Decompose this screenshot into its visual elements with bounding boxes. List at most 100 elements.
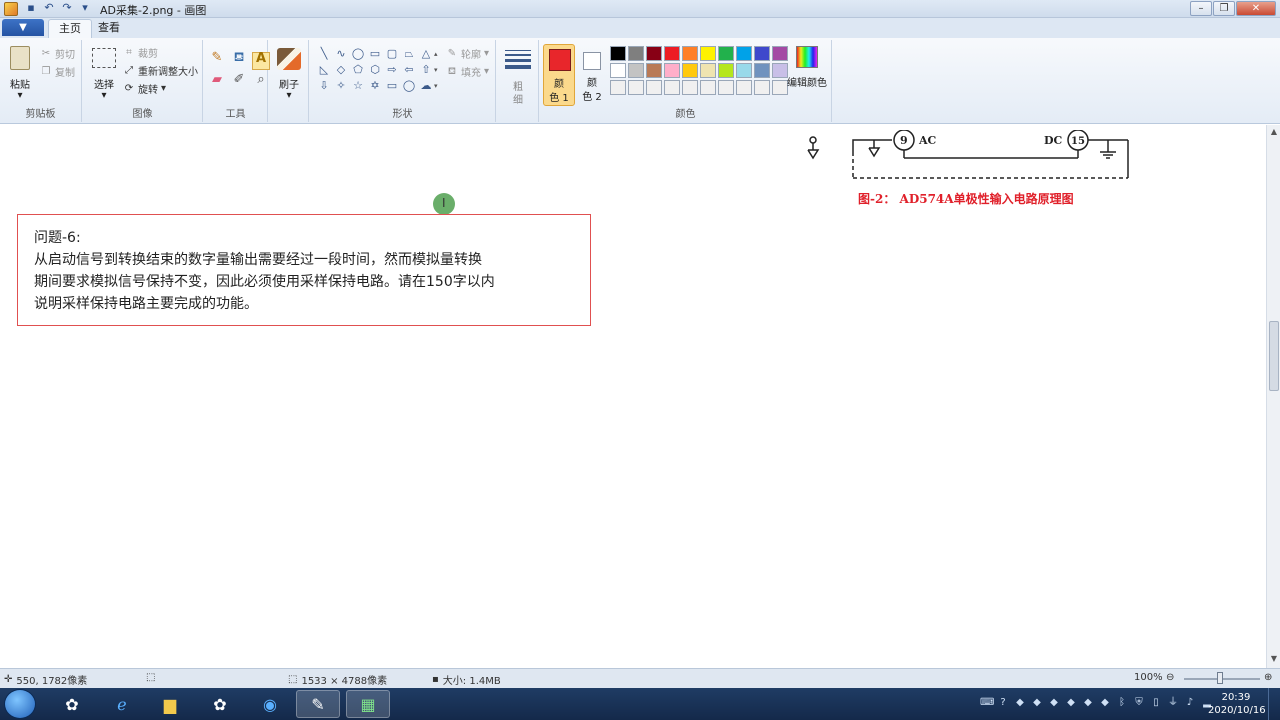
usb-icon[interactable]: ⏚ (1167, 696, 1179, 710)
taskbar-app-baidu-netdisk-2[interactable]: ✿ (198, 690, 242, 718)
edit-colors-button[interactable]: 编辑颜色 (786, 44, 828, 94)
palette-swatch[interactable] (628, 80, 644, 95)
color2-button[interactable]: 颜 色 2 (577, 44, 607, 106)
left-arrow-shape-icon[interactable]: ⇦ (401, 62, 417, 77)
close-button[interactable]: ✕ (1236, 1, 1276, 16)
oval-shape-icon[interactable]: ◯ (350, 46, 366, 61)
triangle-shape-icon[interactable]: △ (418, 46, 434, 61)
right-arrow-shape-icon[interactable]: ⇨ (384, 62, 400, 77)
paint-app-icon[interactable] (4, 2, 18, 16)
pentagon-shape-icon[interactable]: ⬠ (350, 62, 366, 77)
palette-swatch[interactable] (682, 63, 698, 78)
palette-swatch[interactable] (736, 46, 752, 61)
clock[interactable]: 20:39 2020/10/16 (1208, 691, 1266, 717)
palette-swatch[interactable] (628, 46, 644, 61)
brushes-button[interactable]: 刷子 ▾ (273, 44, 305, 102)
tray-app-icon-4[interactable]: ◆ (1065, 696, 1077, 710)
six-point-star-shape-icon[interactable]: ✡ (367, 78, 383, 93)
palette-swatch[interactable] (682, 46, 698, 61)
bluetooth-icon[interactable]: ᛒ (1116, 696, 1128, 710)
four-point-star-shape-icon[interactable]: ✧ (333, 78, 349, 93)
palette-swatch[interactable] (718, 80, 734, 95)
palette-swatch[interactable] (700, 63, 716, 78)
callout-oval-shape-icon[interactable]: ◯ (401, 78, 417, 93)
copy-button[interactable]: ❐ 复制 (40, 64, 75, 80)
tray-app-icon-5[interactable]: ◆ (1082, 696, 1094, 710)
taskbar-app-internet-explorer[interactable]: ℯ (100, 690, 144, 718)
palette-swatch[interactable] (610, 80, 626, 95)
size-button[interactable]: 粗 细 (502, 44, 534, 106)
start-button[interactable] (4, 689, 36, 719)
palette-swatch[interactable] (610, 46, 626, 61)
palette-swatch[interactable] (700, 80, 716, 95)
palette-swatch[interactable] (736, 63, 752, 78)
taskbar-app-browser[interactable]: ◉ (248, 690, 292, 718)
tray-app-icon-3[interactable]: ◆ (1048, 696, 1060, 710)
diamond-shape-icon[interactable]: ◇ (333, 62, 349, 77)
magnifier-icon[interactable]: ⌕ (252, 73, 270, 92)
palette-swatch[interactable] (610, 63, 626, 78)
rounded-rectangle-shape-icon[interactable]: ▢ (384, 46, 400, 61)
taskbar-app-paint[interactable]: ✎ (296, 690, 340, 718)
help-icon[interactable]: ? (997, 696, 1009, 710)
palette-swatch[interactable] (664, 63, 680, 78)
palette-swatch[interactable] (682, 80, 698, 95)
palette-swatch[interactable] (754, 80, 770, 95)
resize-button[interactable]: ⤢ 重新调整大小 (123, 63, 198, 79)
rotate-button[interactable]: ⟳ 旋转 ▾ (123, 81, 166, 97)
fill-bucket-icon[interactable]: ⛾ (230, 51, 248, 70)
redo-icon[interactable]: ↷ (60, 1, 74, 15)
scroll-up-icon[interactable]: ▲ (1267, 127, 1280, 139)
palette-swatch[interactable] (700, 46, 716, 61)
palette-swatch[interactable] (754, 46, 770, 61)
volume-icon[interactable]: ♪ (1184, 696, 1196, 710)
minimize-button[interactable]: – (1190, 1, 1212, 16)
tray-app-icon-6[interactable]: ◆ (1099, 696, 1111, 710)
undo-icon[interactable]: ↶ (42, 1, 56, 15)
palette-swatch[interactable] (664, 80, 680, 95)
maximize-button[interactable]: ❐ (1213, 1, 1235, 16)
line-shape-icon[interactable]: ╲ (316, 46, 332, 61)
five-point-star-shape-icon[interactable]: ☆ (350, 78, 366, 93)
vertical-scrollbar[interactable]: ▲ ▼ (1266, 125, 1280, 668)
taskbar-app-chart-tool[interactable]: ▦ (346, 690, 390, 718)
palette-swatch[interactable] (754, 63, 770, 78)
taskbar-app-file-explorer[interactable]: ▆ (148, 690, 192, 718)
up-arrow-shape-icon[interactable]: ⇧ (418, 62, 434, 77)
rectangle-shape-icon[interactable]: ▭ (367, 46, 383, 61)
tab-home[interactable]: 主页 (48, 19, 92, 38)
crop-button[interactable]: ⌗ 裁剪 (123, 45, 158, 61)
palette-swatch[interactable] (628, 63, 644, 78)
keyboard-icon[interactable]: ⌨ (980, 696, 994, 710)
palette-swatch[interactable] (646, 46, 662, 61)
eraser-icon[interactable]: ▰ (208, 73, 226, 92)
scroll-thumb[interactable] (1269, 321, 1279, 391)
zoom-in-button[interactable]: ⊕ (1264, 672, 1272, 683)
outline-button[interactable]: ✎ 轮廓 ▾ (446, 46, 489, 62)
right-triangle-shape-icon[interactable]: ◺ (316, 62, 332, 77)
select-button[interactable]: 选择 ▾ (89, 44, 119, 102)
palette-swatch[interactable] (646, 80, 662, 95)
tray-app-icon-1[interactable]: ◆ (1014, 696, 1026, 710)
hexagon-shape-icon[interactable]: ⬡ (367, 62, 383, 77)
customize-qat-icon[interactable]: ▾ (78, 1, 92, 15)
down-arrow-shape-icon[interactable]: ⇩ (316, 78, 332, 93)
polygon-shape-icon[interactable]: ⏢ (401, 46, 417, 61)
callout-cloud-shape-icon[interactable]: ☁ (418, 78, 434, 93)
taskbar-app-baidu-netdisk[interactable]: ✿ (50, 690, 94, 718)
save-icon[interactable]: ▪ (24, 1, 38, 15)
fill-button[interactable]: ⛾ 填充 ▾ (446, 64, 489, 80)
drawing-canvas[interactable] (0, 125, 1266, 668)
tab-view[interactable]: 查看 (88, 19, 130, 38)
palette-swatch[interactable] (718, 46, 734, 61)
zoom-slider-knob[interactable] (1217, 672, 1223, 684)
palette-swatch[interactable] (736, 80, 752, 95)
shapes-scroll[interactable]: ▴ ▾ ▾ (434, 46, 442, 94)
text-tool-icon[interactable]: A (252, 52, 270, 70)
palette-swatch[interactable] (718, 63, 734, 78)
power-icon[interactable]: ▯ (1150, 696, 1162, 710)
palette-swatch[interactable] (646, 63, 662, 78)
paste-button[interactable]: 粘贴 ▾ (6, 44, 34, 102)
security-icon[interactable]: ⛨ (1133, 696, 1145, 710)
color-picker-icon[interactable]: ✐ (230, 73, 248, 92)
